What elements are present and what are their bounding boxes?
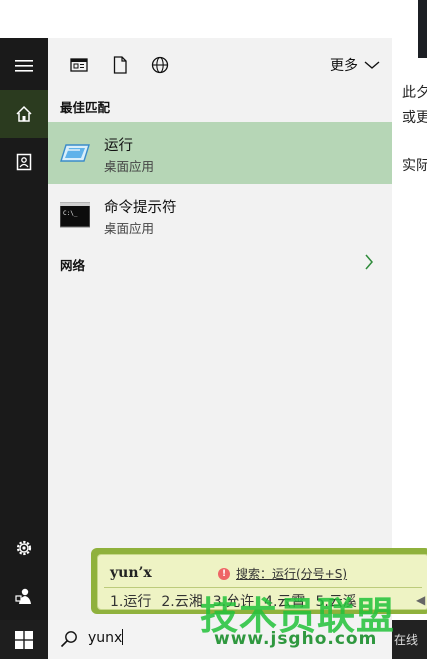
more-filters-dropdown[interactable]: 更多 <box>330 55 380 75</box>
settings-icon <box>16 540 32 556</box>
hamburger-menu-button[interactable] <box>0 42 48 90</box>
document-image <box>418 0 427 58</box>
background-document: 此夕 或更 实际 <box>392 0 427 620</box>
search-results-panel: 更多 最佳匹配 运行 桌面应用 C:\_ 命令提示符 桌面应用 网络 <box>48 38 392 620</box>
documents-icon <box>16 153 32 171</box>
search-input[interactable]: yunx <box>88 629 124 646</box>
search-icon <box>60 631 77 648</box>
home-icon <box>16 105 32 122</box>
feedback-button[interactable] <box>0 572 48 620</box>
document-text-line: 此夕 <box>402 85 427 101</box>
text-caret <box>122 629 124 645</box>
settings-button[interactable] <box>0 524 48 572</box>
ime-composition-text: yun’x <box>110 565 152 581</box>
web-filter-button[interactable] <box>149 54 171 76</box>
ime-search-hint[interactable]: ! 搜索：运行(分号+S) <box>218 565 347 582</box>
network-heading[interactable]: 网络 <box>60 255 85 274</box>
documents-filter-icon <box>113 56 127 74</box>
apps-filter-icon <box>70 58 88 72</box>
best-match-heading: 最佳匹配 <box>60 100 111 115</box>
result-subtitle: 桌面应用 <box>104 221 155 236</box>
result-item-run[interactable]: 运行 桌面应用 <box>48 122 392 184</box>
result-title: 命令提示符 <box>104 200 177 216</box>
search-input-value: yunx <box>88 630 123 646</box>
start-menu-rail <box>0 38 48 620</box>
ime-prev-page-icon[interactable]: ◀ <box>416 593 425 607</box>
svg-text:C:\_: C:\_ <box>63 210 78 217</box>
watermark-url: www.jsgho.com <box>214 629 378 649</box>
chevron-right-icon[interactable] <box>364 254 374 270</box>
apps-filter-button[interactable] <box>68 54 90 76</box>
info-icon: ! <box>218 567 230 580</box>
web-filter-icon <box>151 56 169 74</box>
ime-candidate[interactable]: 1.运行 <box>110 591 151 611</box>
document-text-line: 实际 <box>402 158 427 174</box>
windows-logo-icon <box>15 630 33 649</box>
command-prompt-icon: C:\_ <box>60 202 90 228</box>
result-subtitle: 桌面应用 <box>104 159 155 174</box>
ime-search-hint-label: 搜索：运行(分号+S) <box>236 567 348 581</box>
result-item-command-prompt[interactable]: C:\_ 命令提示符 桌面应用 <box>48 184 392 246</box>
documents-button[interactable] <box>0 138 48 186</box>
document-text-line: 或更 <box>402 110 427 126</box>
home-button[interactable] <box>0 90 48 138</box>
more-filters-label: 更多 <box>330 58 358 74</box>
documents-filter-button[interactable] <box>109 54 131 76</box>
chevron-down-icon <box>364 61 380 69</box>
feedback-icon <box>15 588 31 604</box>
tray-text: 在线 <box>394 633 419 647</box>
search-filter-bar: 更多 <box>48 38 392 92</box>
ime-candidate[interactable]: 2.云湘 <box>161 591 202 611</box>
run-app-icon <box>60 144 90 162</box>
start-button[interactable] <box>0 620 48 659</box>
system-tray[interactable]: 在线 <box>392 620 427 659</box>
result-title: 运行 <box>104 138 133 154</box>
watermark-logo: 技术员联盟 www.jsgho.com <box>200 585 394 653</box>
hamburger-icon <box>15 60 33 72</box>
